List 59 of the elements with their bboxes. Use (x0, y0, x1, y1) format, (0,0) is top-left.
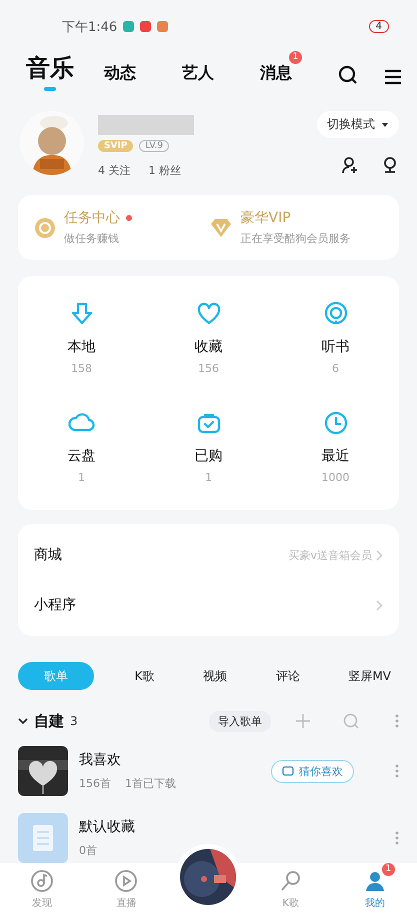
notification-icon (123, 21, 134, 32)
menu-icon[interactable] (384, 69, 402, 85)
shortcut-label[interactable]: 听书 (322, 338, 350, 356)
fans-count[interactable]: 1 粉丝 (148, 163, 181, 178)
top-tab[interactable]: 消息 (260, 63, 292, 91)
status-time: 下午1:46 (62, 18, 118, 36)
chevron-icon (376, 600, 383, 611)
level-badge: LV.9 (139, 140, 170, 152)
shortcut-label[interactable]: 最近 (322, 447, 350, 466)
import-button[interactable]: 导入歌单 (209, 710, 271, 732)
shortcut-count: 1000 (322, 471, 350, 484)
switch-mode-button[interactable]: 切换模式 (317, 111, 399, 138)
link-hint: 买豪v送音箱会员 (288, 548, 372, 563)
notification-icon (140, 21, 152, 32)
add-friend-icon[interactable] (341, 156, 359, 174)
shortcut-count: 1 (78, 471, 85, 484)
following-count[interactable]: 4 关注 (98, 163, 130, 178)
playlist-count: 0首 (79, 843, 97, 858)
promo-subtitle: 做任务赚钱 (64, 231, 120, 246)
music-note-icon (30, 869, 54, 893)
menu-link[interactable]: 商城 (34, 546, 62, 564)
chevron-icon[interactable] (18, 717, 28, 726)
battery-level: 4 (368, 20, 389, 33)
notification-badge: 1 (289, 51, 302, 64)
menu-link[interactable]: 小程序 (34, 596, 76, 614)
section-count: 3 (70, 714, 78, 728)
section-title: 自建 (34, 712, 64, 731)
notification-icon (157, 21, 168, 32)
top-tab[interactable]: 艺人 (182, 63, 214, 91)
playlist-name[interactable]: 默认收藏 (79, 818, 135, 836)
playlist-count: 156首 (79, 776, 111, 791)
content-tab[interactable]: 视频 (195, 662, 236, 690)
promo-subtitle: 正在享受酷狗会员服务 (240, 231, 350, 246)
vip-badge: SVIP (98, 140, 134, 152)
shortcut-count: 156 (198, 362, 219, 376)
shortcut-label[interactable]: 云盘 (68, 447, 96, 466)
guess-you-like-button[interactable]: 猜你喜欢 (271, 760, 354, 782)
shortcut-count: 158 (71, 362, 92, 376)
document-icon (18, 813, 68, 863)
content-tab[interactable]: K歌 (126, 662, 163, 690)
diamond-icon (208, 218, 232, 238)
chevron-icon (376, 550, 383, 561)
shortcut-label[interactable]: 本地 (68, 338, 96, 356)
caret-icon (381, 122, 389, 128)
shortcut-label[interactable]: 收藏 (194, 338, 222, 356)
play-icon (114, 869, 138, 893)
nav-label[interactable]: 我的 (364, 896, 385, 910)
shortcut-count: 1 (205, 471, 212, 484)
coin-icon (34, 216, 56, 239)
content-tab[interactable]: 竖屏MV (340, 662, 399, 690)
playlist-name[interactable]: 我喜欢 (79, 751, 176, 769)
notification-badge: 1 (382, 863, 395, 876)
top-tab[interactable]: 音乐 (26, 52, 74, 91)
download-status: 1首已下载 (125, 776, 176, 791)
shortcut-label[interactable]: 已购 (194, 447, 222, 466)
search-icon[interactable] (338, 65, 358, 85)
top-tab[interactable]: 动态 (104, 63, 136, 91)
content-tab[interactable]: 评论 (268, 662, 308, 690)
shortcut-count: 6 (332, 362, 339, 376)
